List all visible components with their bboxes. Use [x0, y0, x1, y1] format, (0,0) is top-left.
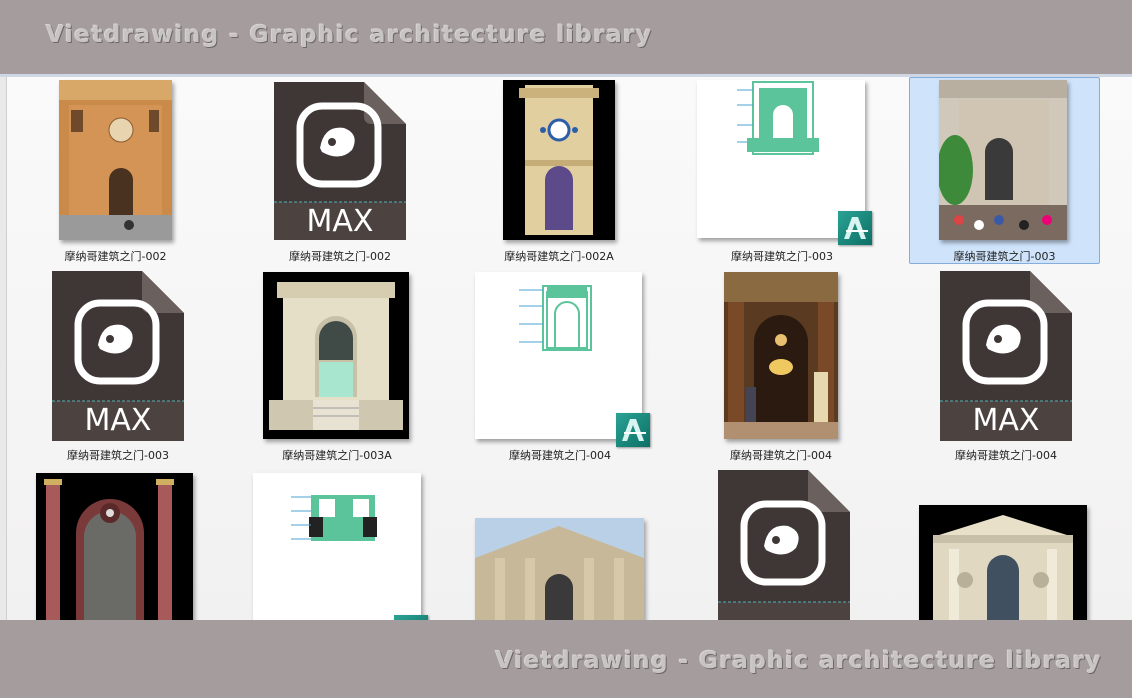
render-thumbnail — [503, 80, 615, 240]
file-name-label: 摩纳哥建筑之门-004 — [509, 449, 611, 462]
max-label: MAX — [972, 403, 1040, 438]
top-watermark-banner: Vietdrawing - Graphic architecture libra… — [0, 0, 1132, 77]
file-item[interactable]: 摩纳哥建筑之门-002A — [503, 80, 615, 263]
photo-thumbnail — [59, 80, 172, 240]
file-thumbnail-view[interactable]: 摩纳哥建筑之门-002 MAX 摩纳哥建筑之门-002 摩纳哥建筑之门-002A… — [0, 77, 1132, 620]
3dsmax-file-icon — [718, 470, 850, 620]
file-name-label: 摩纳哥建筑之门-004 — [730, 449, 832, 462]
max-label: MAX — [84, 403, 152, 438]
render-thumbnail — [36, 473, 193, 620]
file-item[interactable]: 摩纳哥建筑之门-003 — [697, 80, 872, 263]
file-name-label: 摩纳哥建筑之门-002 — [289, 250, 391, 263]
top-watermark-text: Vietdrawing - Graphic architecture libra… — [46, 22, 653, 48]
photo-thumbnail — [724, 272, 838, 439]
photo-thumbnail — [939, 80, 1067, 240]
file-item[interactable]: MAX 摩纳哥建筑之门-002 — [272, 80, 408, 263]
autocad-badge-icon — [616, 413, 650, 447]
file-name-label: 摩纳哥建筑之门-003 — [67, 449, 169, 462]
file-name-label: 摩纳哥建筑之门-002A — [504, 250, 614, 263]
file-item[interactable] — [36, 473, 193, 620]
file-item[interactable]: 摩纳哥建筑之门-004 — [724, 269, 838, 463]
file-item[interactable] — [716, 468, 852, 620]
max-label: MAX — [306, 204, 374, 239]
file-item[interactable] — [919, 505, 1087, 620]
file-item[interactable] — [475, 518, 645, 620]
file-item[interactable] — [253, 473, 428, 620]
file-name-label: 摩纳哥建筑之门-004 — [955, 449, 1057, 462]
file-name-label: 摩纳哥建筑之门-003A — [282, 449, 392, 462]
autocad-badge-icon — [838, 211, 872, 245]
file-item[interactable]: MAX 摩纳哥建筑之门-003 — [50, 269, 186, 463]
autocad-thumbnail — [253, 473, 421, 620]
render-thumbnail — [919, 505, 1087, 620]
photo-thumbnail — [475, 518, 644, 620]
bottom-watermark-banner: Vietdrawing - Graphic architecture libra… — [0, 620, 1132, 698]
render-thumbnail — [263, 272, 409, 439]
file-name-label: 摩纳哥建筑之门-002 — [64, 250, 167, 263]
file-item[interactable]: 摩纳哥建筑之门-002 — [59, 80, 172, 263]
file-name-label: 摩纳哥建筑之门-003 — [953, 250, 1056, 263]
bottom-watermark-text: Vietdrawing - Graphic architecture libra… — [495, 648, 1102, 674]
file-item-selected[interactable]: 摩纳哥建筑之门-003 — [909, 77, 1100, 264]
scrollbar-edge[interactable] — [0, 77, 7, 620]
file-name-label: 摩纳哥建筑之门-003 — [731, 250, 833, 263]
file-item[interactable]: 摩纳哥建筑之门-003A — [263, 269, 411, 463]
file-item[interactable]: MAX 摩纳哥建筑之门-004 — [938, 269, 1074, 463]
file-item[interactable]: 摩纳哥建筑之门-004 — [475, 269, 650, 463]
